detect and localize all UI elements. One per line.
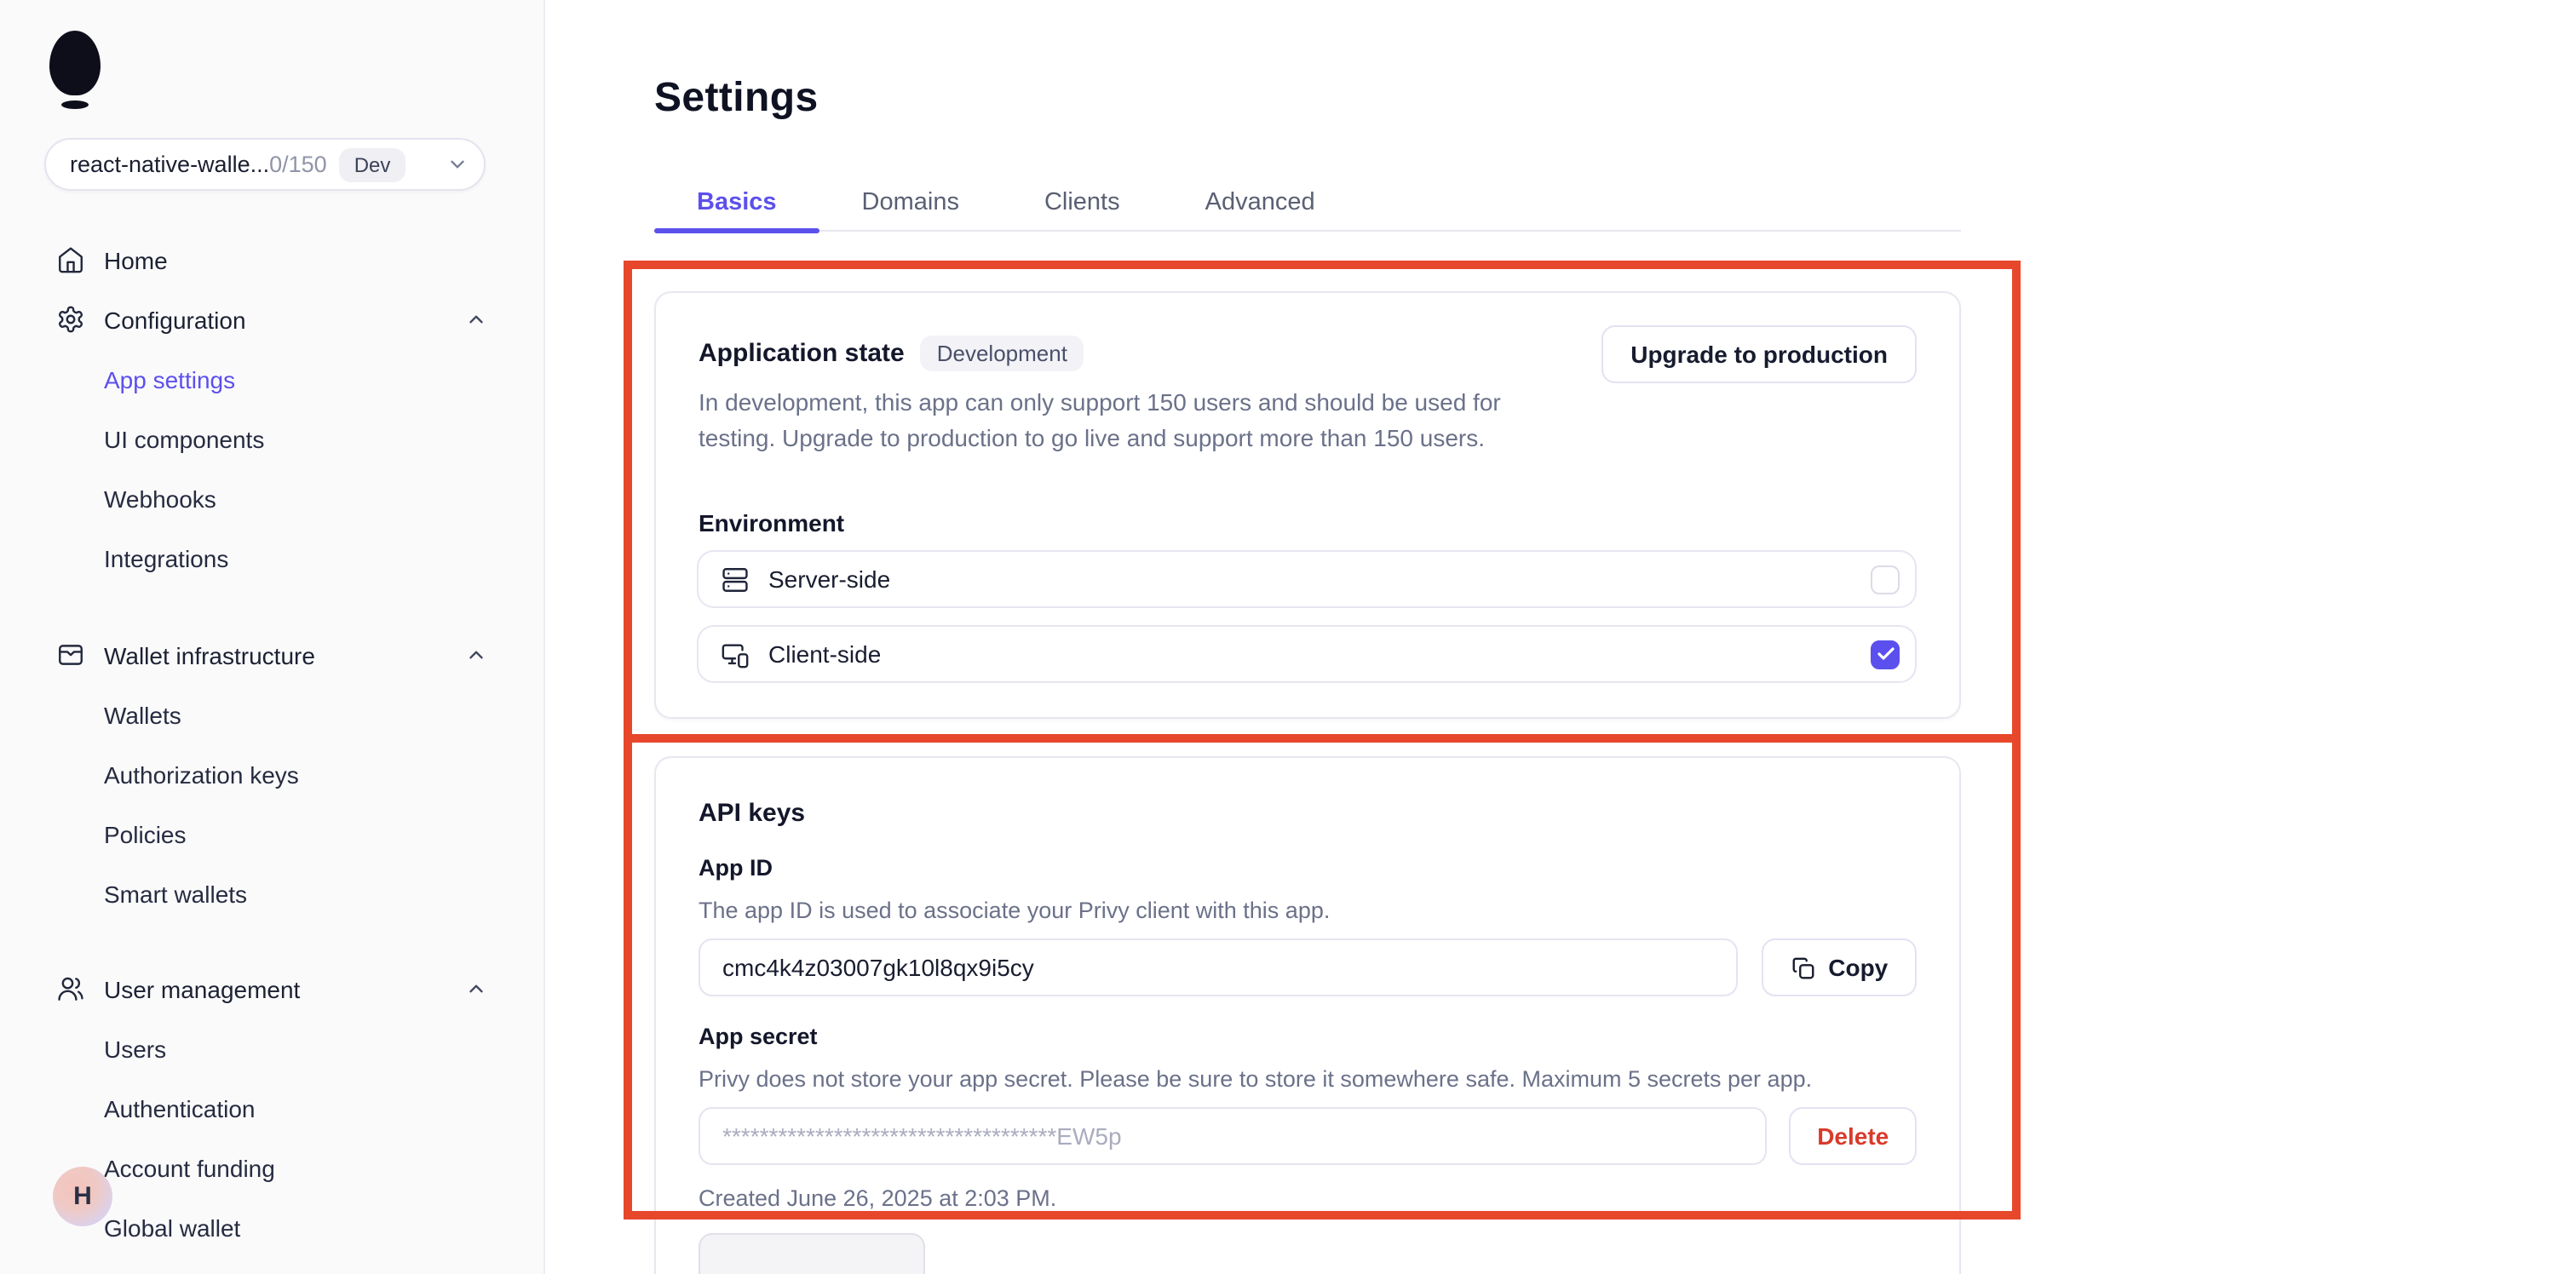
sidebar-item-wallet-infrastructure[interactable]: Wallet infrastructure <box>0 625 543 685</box>
api-keys-card: API keys App ID The app ID is used to as… <box>654 756 1961 1274</box>
sidebar-item-authentication[interactable]: Authentication <box>0 1078 543 1138</box>
sidebar-item-home[interactable]: Home <box>0 230 543 290</box>
app-secret-label: App secret <box>699 1024 1959 1049</box>
dev-badge: Dev <box>339 147 406 181</box>
environment-option-label: Server-side <box>768 565 890 593</box>
sidebar-item-users[interactable]: Users <box>0 1019 543 1078</box>
sidebar-item-user-management[interactable]: User management <box>0 959 543 1019</box>
sidebar-item-label: Configuration <box>104 306 246 333</box>
sidebar-item-label: Home <box>104 246 168 273</box>
development-badge: Development <box>920 336 1084 371</box>
client-side-checkbox[interactable] <box>1871 640 1900 669</box>
app-id-input[interactable] <box>699 938 1739 996</box>
chevron-down-icon <box>446 153 469 175</box>
sidebar-item-wallets[interactable]: Wallets <box>0 685 543 744</box>
privy-logo <box>49 31 101 95</box>
workspace-usage: 0/150 <box>269 152 327 177</box>
sidebar-item-integrations[interactable]: Integrations <box>0 528 543 588</box>
upgrade-to-production-button[interactable]: Upgrade to production <box>1601 325 1917 383</box>
application-state-card: Application state Development Upgrade to… <box>654 291 1961 719</box>
sidebar-item-policies[interactable]: Policies <box>0 804 543 864</box>
sidebar-item-ui-components[interactable]: UI components <box>0 409 543 468</box>
api-keys-title: API keys <box>699 799 1959 828</box>
environment-option-client-side[interactable]: Client-side <box>697 625 1917 683</box>
copy-button-label: Copy <box>1828 954 1888 981</box>
sidebar-item-app-settings[interactable]: App settings <box>0 349 543 409</box>
sidebar: react-native-walle... 0/150 Dev Home Con… <box>0 0 545 1274</box>
chevron-up-icon[interactable] <box>465 978 487 1000</box>
sidebar-item-label: User management <box>104 975 300 1002</box>
home-icon <box>56 245 85 274</box>
server-icon <box>721 565 750 594</box>
gear-icon <box>56 305 85 334</box>
page-title: Settings <box>654 73 2576 123</box>
chevron-up-icon[interactable] <box>465 308 487 330</box>
app-secret-description: Privy does not store your app secret. Pl… <box>699 1065 1917 1093</box>
chevron-up-icon[interactable] <box>465 644 487 666</box>
copy-button[interactable]: Copy <box>1762 938 1917 996</box>
app-secret-input[interactable] <box>699 1107 1767 1165</box>
sidebar-item-smart-wallets[interactable]: Smart wallets <box>0 864 543 923</box>
delete-button[interactable]: Delete <box>1789 1107 1917 1165</box>
tab-bar: Basics Domains Clients Advanced <box>654 177 1961 232</box>
copy-icon <box>1791 955 1816 980</box>
tab-domains[interactable]: Domains <box>819 177 1002 230</box>
environment-label: Environment <box>699 509 1959 537</box>
users-icon <box>56 974 85 1003</box>
sidebar-item-label: Wallet infrastructure <box>104 641 315 669</box>
user-avatar[interactable]: H <box>53 1167 112 1226</box>
sidebar-item-authorization-keys[interactable]: Authorization keys <box>0 744 543 804</box>
monitor-smartphone-icon <box>721 640 750 669</box>
wallet-icon <box>56 640 85 669</box>
tab-clients[interactable]: Clients <box>1002 177 1163 230</box>
application-state-description: In development, this app can only suppor… <box>699 385 1564 456</box>
sidebar-nav: Home Configuration App settings UI compo… <box>0 230 543 1257</box>
main-content: Settings Basics Domains Clients Advanced… <box>545 0 2576 1274</box>
server-side-checkbox[interactable] <box>1871 565 1900 594</box>
created-timestamp: Created June 26, 2025 at 2:03 PM. <box>699 1184 1959 1213</box>
sidebar-item-configuration[interactable]: Configuration <box>0 290 543 349</box>
app-id-label: App ID <box>699 855 1959 881</box>
privy-logo-base <box>61 100 89 109</box>
workspace-name: react-native-walle... <box>70 152 269 177</box>
tab-basics[interactable]: Basics <box>654 177 819 230</box>
environment-option-label: Client-side <box>768 640 881 668</box>
app-switcher[interactable]: react-native-walle... 0/150 Dev <box>44 138 486 191</box>
app-id-description: The app ID is used to associate your Pri… <box>699 896 1917 925</box>
environment-option-server-side[interactable]: Server-side <box>697 550 1917 608</box>
privy-dashboard: react-native-walle... 0/150 Dev Home Con… <box>0 0 2576 1274</box>
partial-button-cutoff[interactable] <box>699 1233 925 1274</box>
application-state-title: Application state <box>699 339 905 368</box>
tab-advanced[interactable]: Advanced <box>1163 177 1358 230</box>
sidebar-item-webhooks[interactable]: Webhooks <box>0 468 543 528</box>
